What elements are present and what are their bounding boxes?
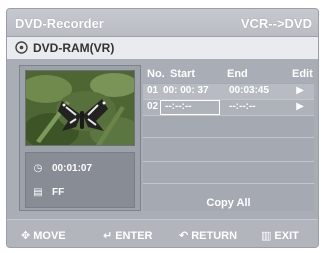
row-start: --:--:-- [165, 101, 192, 112]
title-list: 01 00: 00: 37 00:03:45 ▶ 02 --:--:-- --:… [143, 83, 314, 211]
play-icon[interactable]: ▶ [296, 85, 304, 96]
disc-type-label: DVD-RAM(VR) [33, 41, 115, 55]
move-arrows-icon: ✥ [21, 230, 31, 242]
column-start: Start [170, 68, 196, 80]
column-no: No. [147, 68, 165, 80]
clock-icon: ◷ [33, 163, 43, 174]
enter-label: ENTER [115, 230, 153, 242]
time-line: ◷ 00:01:07 [32, 163, 92, 174]
row-number: 01 [147, 85, 159, 96]
video-thumbnail [25, 70, 135, 146]
list-item[interactable]: 02 --:--:-- --:--:-- ▶ [143, 100, 314, 115]
row-divider [143, 183, 314, 184]
move-hint: ✥ MOVE [21, 229, 66, 242]
disc-icon [15, 41, 28, 54]
disc-type-row: DVD-RAM(VR) [7, 37, 318, 59]
playback-info: ◷ 00:01:07 ▤ FF [25, 152, 135, 208]
speed-line: ▤ FF [32, 187, 64, 198]
tape-speed-icon: ▤ [33, 187, 43, 198]
preview-panel: ◷ 00:01:07 ▤ FF [19, 65, 141, 211]
enter-icon: ↵ [103, 230, 113, 242]
return-label: RETURN [191, 230, 238, 242]
dvd-recorder-screen: DVD-Recorder VCR-->DVD DVD-RAM(VR) ◷ 00:… [6, 8, 319, 248]
copy-all-button[interactable]: Copy All [143, 195, 314, 211]
row-start: 00: 00: 37 [163, 85, 209, 96]
move-label: MOVE [33, 230, 66, 242]
row-number: 02 [147, 101, 159, 112]
column-edit: Edit [292, 68, 313, 80]
title-list-panel: No. Start End Edit 01 00: 00: 37 00:03:4… [143, 65, 314, 211]
row-divider [143, 115, 314, 116]
menu-title: DVD-Recorder [15, 16, 104, 31]
playback-speed: FF [52, 187, 65, 198]
copy-mode: VCR-->DVD [240, 16, 312, 31]
list-item[interactable]: 01 00: 00: 37 00:03:45 ▶ [143, 84, 314, 99]
button-guide-bar: ✥ MOVE ↵ ENTER ↶ RETURN ▥ EXIT [7, 219, 318, 247]
row-end: 00:03:45 [229, 85, 270, 96]
return-icon: ↶ [179, 230, 189, 242]
row-divider [143, 161, 314, 162]
row-end: --:--:-- [229, 101, 256, 112]
play-icon[interactable]: ▶ [296, 101, 304, 112]
butterfly-thumbnail-image [26, 71, 134, 145]
current-time: 00:01:07 [52, 163, 93, 174]
list-header: No. Start End Edit [143, 65, 314, 83]
exit-label: EXIT [274, 230, 299, 242]
title-bar: DVD-Recorder VCR-->DVD [7, 9, 318, 37]
row-divider [143, 137, 314, 138]
enter-hint: ↵ ENTER [103, 229, 153, 242]
exit-hint: ▥ EXIT [261, 229, 299, 242]
return-hint: ↶ RETURN [179, 229, 237, 242]
exit-icon: ▥ [261, 230, 272, 242]
column-end: End [227, 68, 248, 80]
